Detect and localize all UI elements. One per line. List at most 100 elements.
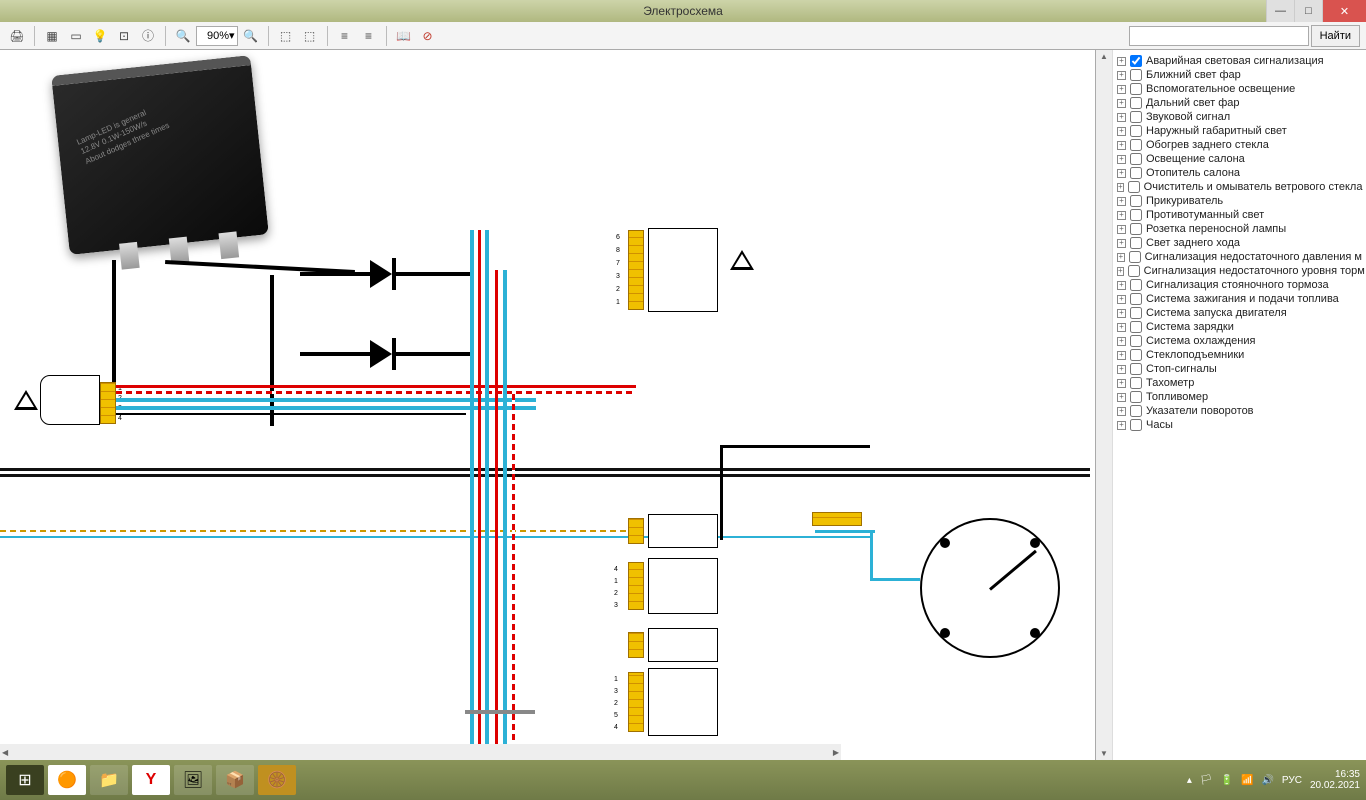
- scroll-up-icon[interactable]: ▲: [1100, 52, 1108, 61]
- system-checkbox[interactable]: [1130, 111, 1142, 123]
- expand-icon[interactable]: +: [1117, 71, 1126, 80]
- zoom-in-button[interactable]: 🔍: [240, 25, 262, 47]
- system-checkbox[interactable]: [1130, 293, 1142, 305]
- system-checkbox[interactable]: [1130, 321, 1142, 333]
- system-item[interactable]: +Противотуманный свет: [1117, 208, 1362, 222]
- system-item[interactable]: +Очиститель и омыватель ветрового стекла: [1117, 180, 1362, 194]
- list-1-button[interactable]: ≡: [334, 25, 356, 47]
- expand-icon[interactable]: +: [1117, 127, 1126, 136]
- system-item[interactable]: +Аварийная световая сигнализация: [1117, 54, 1362, 68]
- system-item[interactable]: +Сигнализация недостаточного уровня торм: [1117, 264, 1362, 278]
- expand-icon[interactable]: +: [1117, 351, 1126, 360]
- help-button[interactable]: 📖: [393, 25, 415, 47]
- search-input[interactable]: [1129, 26, 1309, 46]
- tray-chevron-up-icon[interactable]: ▴: [1187, 775, 1192, 786]
- system-checkbox[interactable]: [1128, 265, 1140, 277]
- system-checkbox[interactable]: [1130, 209, 1142, 221]
- system-item[interactable]: +Прикуриватель: [1117, 194, 1362, 208]
- tray-wifi-icon[interactable]: 📶: [1241, 775, 1253, 786]
- system-item[interactable]: +Освещение салона: [1117, 152, 1362, 166]
- system-checkbox[interactable]: [1130, 139, 1142, 151]
- minimize-button[interactable]: —: [1266, 0, 1294, 22]
- taskbar-app-winrar[interactable]: 📦: [216, 765, 254, 795]
- expand-icon[interactable]: +: [1117, 99, 1126, 108]
- expand-icon[interactable]: +: [1117, 57, 1126, 66]
- expand-icon[interactable]: +: [1117, 211, 1126, 220]
- close-button[interactable]: ✕: [1322, 0, 1366, 22]
- scroll-right-icon[interactable]: ▶: [833, 748, 839, 757]
- start-button[interactable]: ⊞: [6, 765, 44, 795]
- select-area-2-button[interactable]: ⬚: [299, 25, 321, 47]
- system-checkbox[interactable]: [1130, 335, 1142, 347]
- system-checkbox[interactable]: [1130, 83, 1142, 95]
- scroll-left-icon[interactable]: ◀: [2, 748, 8, 757]
- system-item[interactable]: +Дальний свет фар: [1117, 96, 1362, 110]
- diagram-canvas[interactable]: Lamp-LED is general 12.8V 0.1W-150W/s Ab…: [0, 50, 1096, 760]
- expand-icon[interactable]: +: [1117, 309, 1126, 318]
- scroll-down-icon[interactable]: ▼: [1100, 749, 1108, 758]
- taskbar-app-photos[interactable]: 🖼: [174, 765, 212, 795]
- system-checkbox[interactable]: [1130, 237, 1142, 249]
- maximize-button[interactable]: □: [1294, 0, 1322, 22]
- zoom-out-button[interactable]: 🔍: [172, 25, 194, 47]
- expand-icon[interactable]: +: [1117, 393, 1126, 402]
- system-checkbox[interactable]: [1130, 279, 1142, 291]
- highlight-button[interactable]: 💡: [89, 25, 111, 47]
- system-item[interactable]: +Тахометр: [1117, 376, 1362, 390]
- system-item[interactable]: +Сигнализация стояночного тормоза: [1117, 278, 1362, 292]
- system-checkbox[interactable]: [1130, 363, 1142, 375]
- tray-clock[interactable]: 16:35 20.02.2021: [1310, 769, 1360, 791]
- tray-battery-icon[interactable]: 🔋: [1221, 775, 1233, 786]
- system-checkbox[interactable]: [1130, 125, 1142, 137]
- system-item[interactable]: +Ближний свет фар: [1117, 68, 1362, 82]
- expand-icon[interactable]: +: [1117, 295, 1126, 304]
- taskbar-app-yandex[interactable]: Y: [132, 765, 170, 795]
- taskbar-app-files[interactable]: 📁: [90, 765, 128, 795]
- tray-flag-icon[interactable]: 🏳: [1200, 775, 1213, 786]
- system-checkbox[interactable]: [1130, 349, 1142, 361]
- expand-icon[interactable]: +: [1117, 225, 1126, 234]
- search-button[interactable]: Найти: [1311, 25, 1360, 47]
- expand-icon[interactable]: +: [1117, 183, 1124, 192]
- system-item[interactable]: +Вспомогательное освещение: [1117, 82, 1362, 96]
- expand-icon[interactable]: +: [1117, 239, 1126, 248]
- expand-icon[interactable]: +: [1117, 379, 1126, 388]
- system-checkbox[interactable]: [1129, 251, 1141, 263]
- system-item[interactable]: +Система запуска двигателя: [1117, 306, 1362, 320]
- info-button[interactable]: ⓘ: [137, 25, 159, 47]
- expand-icon[interactable]: +: [1117, 113, 1126, 122]
- system-checkbox[interactable]: [1128, 181, 1140, 193]
- expand-icon[interactable]: +: [1117, 169, 1126, 178]
- system-item[interactable]: +Свет заднего хода: [1117, 236, 1362, 250]
- tray-language[interactable]: РУС: [1282, 775, 1302, 786]
- system-checkbox[interactable]: [1130, 97, 1142, 109]
- system-item[interactable]: +Стоп-сигналы: [1117, 362, 1362, 376]
- scrollbar-horizontal[interactable]: ◀ ▶: [0, 744, 841, 760]
- system-checkbox[interactable]: [1130, 223, 1142, 235]
- print-button[interactable]: 🖨: [6, 25, 28, 47]
- expand-icon[interactable]: +: [1117, 323, 1126, 332]
- system-item[interactable]: +Звуковой сигнал: [1117, 110, 1362, 124]
- system-checkbox[interactable]: [1130, 391, 1142, 403]
- expand-icon[interactable]: +: [1117, 421, 1126, 430]
- tray-volume-icon[interactable]: 🔊: [1261, 775, 1273, 786]
- system-item[interactable]: +Система охлаждения: [1117, 334, 1362, 348]
- expand-icon[interactable]: +: [1117, 197, 1126, 206]
- system-checkbox[interactable]: [1130, 307, 1142, 319]
- expand-icon[interactable]: +: [1117, 155, 1126, 164]
- system-checkbox[interactable]: [1130, 55, 1142, 67]
- system-item[interactable]: +Указатели поворотов: [1117, 404, 1362, 418]
- system-item[interactable]: +Наружный габаритный свет: [1117, 124, 1362, 138]
- expand-icon[interactable]: +: [1117, 141, 1126, 150]
- system-checkbox[interactable]: [1130, 153, 1142, 165]
- scrollbar-vertical[interactable]: ▲ ▼: [1096, 50, 1112, 760]
- system-checkbox[interactable]: [1130, 69, 1142, 81]
- taskbar-app-browser[interactable]: 🟠: [48, 765, 86, 795]
- select-area-1-button[interactable]: ⬚: [275, 25, 297, 47]
- system-checkbox[interactable]: [1130, 377, 1142, 389]
- system-item[interactable]: +Отопитель салона: [1117, 166, 1362, 180]
- expand-icon[interactable]: +: [1117, 407, 1126, 416]
- system-item[interactable]: +Сигнализация недостаточного давления м: [1117, 250, 1362, 264]
- stop-button[interactable]: ⊘: [417, 25, 439, 47]
- expand-icon[interactable]: +: [1117, 253, 1125, 262]
